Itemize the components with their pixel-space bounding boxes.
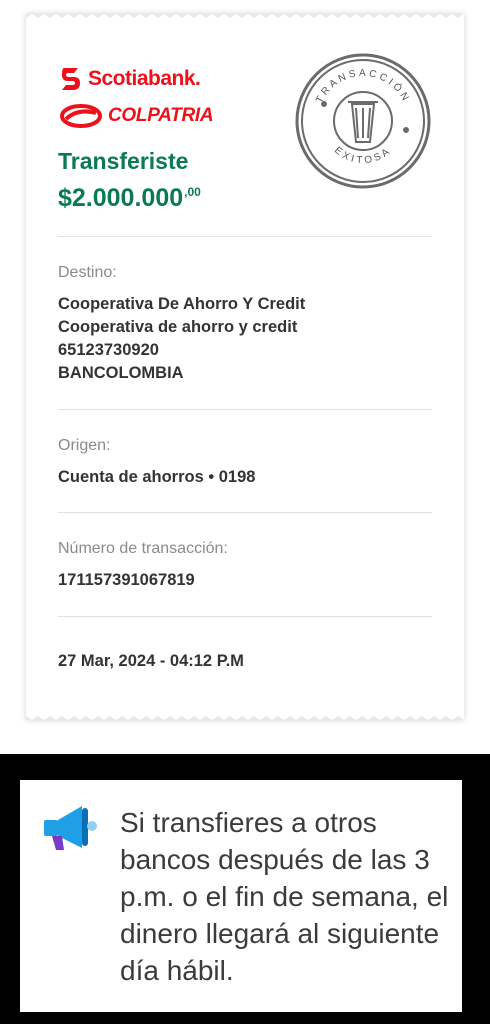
info-notice: Si transfieres a otros bancos después de… bbox=[20, 780, 462, 1012]
colpatria-wordmark: COLPATRIA bbox=[108, 105, 214, 126]
colpatria-logo: COLPATRIA bbox=[60, 104, 214, 128]
svg-text:EXITOSA: EXITOSA bbox=[332, 145, 394, 166]
receipt-top-edge bbox=[26, 14, 464, 18]
transfer-headline: Transferiste bbox=[58, 148, 189, 174]
stamp-bottom-text: EXITOSA bbox=[332, 145, 391, 166]
megaphone-icon bbox=[44, 806, 97, 850]
destino-line-2: Cooperativa de ahorro y credit bbox=[58, 318, 298, 336]
destino-line-1: Cooperativa De Ahorro Y Credit bbox=[58, 295, 306, 313]
transfer-amount: $2.000.000,00 bbox=[58, 184, 201, 213]
amount-main: $2.000.000 bbox=[58, 184, 184, 212]
transaction-datetime: 27 Mar, 2024 - 04:12 P.M bbox=[58, 652, 244, 670]
amount-cents: ,00 bbox=[184, 185, 201, 199]
scotiabank-wordmark: Scotiabank. bbox=[88, 67, 201, 90]
transfer-receipt: Scotiabank. COLPATRIA TRANSACCIÓN EXITOS… bbox=[26, 14, 464, 720]
origen-label: Origen: bbox=[58, 437, 111, 454]
transaction-number-label: Número de transacción: bbox=[58, 540, 228, 557]
scotiabank-logo: Scotiabank. bbox=[60, 66, 201, 92]
divider bbox=[58, 616, 432, 617]
destino-account-number: 65123730920 bbox=[58, 341, 159, 359]
divider bbox=[58, 512, 432, 513]
destino-bank: BANCOLOMBIA bbox=[58, 364, 184, 382]
receipt-bottom-edge bbox=[26, 716, 464, 720]
destino-label: Destino: bbox=[58, 264, 117, 281]
transaction-number-value: 171157391067819 bbox=[58, 571, 195, 589]
svg-text:TRANSACCIÓN: TRANSACCIÓN bbox=[314, 68, 412, 105]
scotiabank-s-icon bbox=[62, 68, 80, 90]
transaction-success-stamp: TRANSACCIÓN EXITOSA bbox=[295, 53, 431, 189]
trash-can-icon bbox=[348, 101, 378, 143]
stamp-top-text: TRANSACCIÓN bbox=[314, 68, 409, 105]
info-message: Si transfieres a otros bancos después de… bbox=[120, 807, 449, 986]
divider bbox=[58, 236, 432, 237]
divider bbox=[58, 409, 432, 410]
colpatria-swoosh-icon bbox=[60, 104, 102, 128]
origen-value: Cuenta de ahorros • 0198 bbox=[58, 468, 256, 486]
